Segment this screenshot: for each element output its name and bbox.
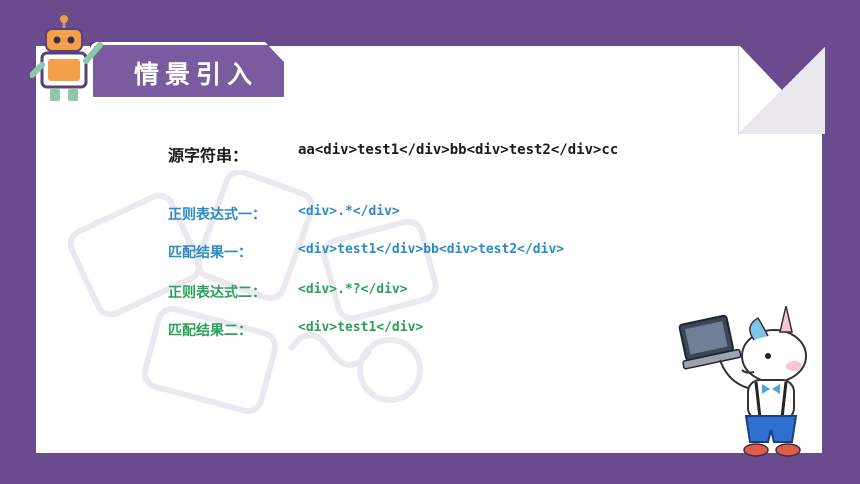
source-string-value: aa<div>test1</div>bb<div>test2</div>cc — [298, 142, 619, 158]
result-one-value: <div>test1</div>bb<div>test2</div> — [298, 242, 565, 257]
source-string-label: 源字符串： — [168, 146, 249, 165]
regex-one-label: 正则表达式一： — [168, 207, 266, 223]
regex-two-value: <div>.*?</div> — [298, 282, 408, 297]
result-two-value: <div>test1</div> — [298, 320, 424, 335]
page-title: 情景引入 — [133, 59, 258, 89]
page-fold-corner — [738, 46, 825, 134]
result-two-label: 匹配结果二： — [168, 323, 252, 339]
watermark-graphic — [67, 170, 439, 415]
unicorn-laptop-mascot — [678, 305, 807, 457]
robot-icon — [30, 15, 103, 101]
section-title-tab: 情景引入 — [90, 42, 284, 97]
result-one-label: 匹配结果一： — [168, 245, 252, 261]
regex-one-value: <div>.*</div> — [298, 204, 400, 219]
regex-two-label: 正则表达式二： — [168, 285, 266, 301]
